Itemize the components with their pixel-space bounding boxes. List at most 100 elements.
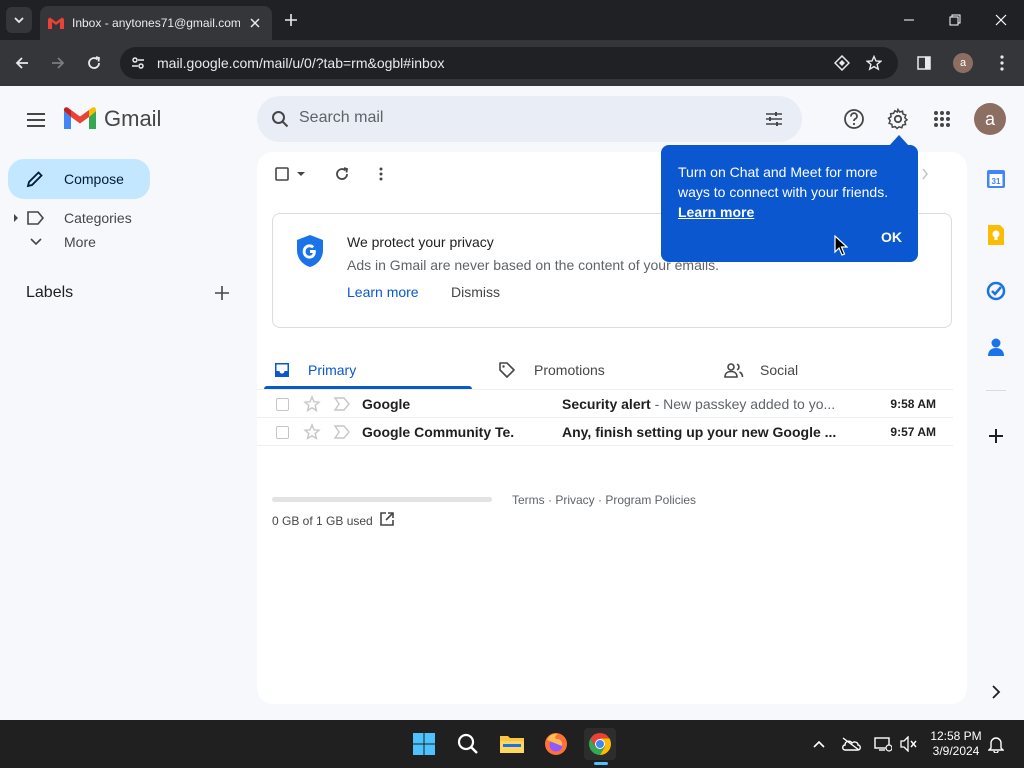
email-time: 9:57 AM: [890, 425, 936, 439]
side-panel-button[interactable]: [912, 51, 936, 75]
apps-grid-icon: [934, 111, 950, 127]
tab-social[interactable]: Social: [724, 350, 798, 390]
close-icon: [250, 18, 260, 28]
privacy-dismiss-button[interactable]: Dismiss: [451, 284, 500, 300]
arrow-left-icon: [15, 57, 28, 69]
star-icon[interactable]: [303, 423, 321, 441]
apps-button[interactable]: [929, 106, 955, 132]
important-marker-icon[interactable]: [333, 396, 351, 412]
search-icon[interactable]: [269, 108, 291, 130]
volume-muted-icon: [900, 736, 917, 752]
refresh-button[interactable]: [331, 163, 353, 185]
row-checkbox[interactable]: [276, 398, 289, 411]
forward-button[interactable]: [46, 51, 70, 75]
site-info-icon[interactable]: [128, 53, 148, 73]
footer-links[interactable]: Terms · Privacy · Program Policies: [512, 493, 696, 507]
chrome-button[interactable]: [584, 728, 616, 760]
email-sender: Google Community Te.: [362, 424, 515, 440]
restore-button[interactable]: [943, 8, 967, 32]
tray-overflow-button[interactable]: [808, 733, 830, 755]
gmail-m-icon: [64, 107, 96, 129]
compose-button[interactable]: Compose: [8, 159, 150, 199]
search-bar[interactable]: [257, 96, 802, 142]
sidebar-item-categories[interactable]: Categories: [12, 210, 132, 226]
search-input[interactable]: [299, 109, 719, 127]
gear-icon: [887, 108, 909, 130]
gmail-logo-text: Gmail: [104, 106, 162, 131]
browser-menu-button[interactable]: [990, 51, 1014, 75]
email-subject-line: Security alert - New passkey added to yo…: [562, 396, 847, 412]
tooltip-ok-button[interactable]: OK: [881, 229, 902, 245]
show-side-panel-button[interactable]: [976, 677, 1016, 707]
tab-close-button[interactable]: [246, 14, 264, 32]
select-dropdown[interactable]: [292, 163, 310, 185]
privacy-learn-more-link[interactable]: Learn more: [347, 284, 419, 300]
get-addons-button[interactable]: [976, 421, 1016, 451]
browser-tab-inbox[interactable]: Inbox - anytones71@gmail.com: [40, 6, 272, 40]
chevron-right-icon: [922, 168, 929, 180]
tab-primary[interactable]: Primary: [274, 350, 356, 390]
contacts-app-button[interactable]: [976, 332, 1016, 362]
tooltip-learn-more-link[interactable]: Learn more: [678, 204, 754, 220]
star-icon[interactable]: [303, 395, 321, 413]
open-external-icon[interactable]: [379, 511, 395, 527]
network-button[interactable]: [872, 733, 894, 755]
main-menu-button[interactable]: [22, 106, 50, 134]
select-checkbox[interactable]: [271, 163, 293, 185]
tooltip-message: Turn on Chat and Meet for more ways to c…: [678, 164, 889, 200]
new-tab-button[interactable]: [281, 10, 301, 30]
label-icon: [27, 211, 45, 225]
email-row[interactable]: Google Security alert - New passkey adde…: [257, 390, 953, 418]
row-checkbox[interactable]: [276, 426, 289, 439]
tab-label: Promotions: [534, 362, 605, 378]
privacy-title: We protect your privacy: [347, 234, 494, 250]
minimize-icon: [904, 19, 914, 21]
labels-heading: Labels: [26, 284, 74, 301]
sidebar-item-more[interactable]: More: [12, 234, 96, 250]
tooltip-body: Turn on Chat and Meet for more ways to c…: [678, 162, 908, 222]
volume-button[interactable]: [898, 733, 920, 755]
chevron-up-icon: [813, 740, 825, 748]
sidebar-item-label: Categories: [64, 210, 132, 226]
tab-promotions[interactable]: Promotions: [498, 350, 605, 390]
caret-down-icon: [297, 172, 305, 176]
create-label-button[interactable]: [212, 283, 232, 303]
email-row[interactable]: Google Community Te. Any, finish setting…: [257, 418, 953, 446]
browser-profile-avatar[interactable]: a: [953, 53, 973, 73]
refresh-icon: [336, 167, 348, 180]
firefox-button[interactable]: [540, 728, 572, 760]
back-button[interactable]: [10, 51, 34, 75]
calendar-app-button[interactable]: 31: [976, 164, 1016, 194]
onedrive-button[interactable]: [840, 733, 862, 755]
taskbar-search-button[interactable]: [452, 728, 484, 760]
translate-icon[interactable]: [832, 53, 852, 73]
more-actions-button[interactable]: [370, 163, 392, 185]
account-avatar[interactable]: a: [974, 103, 1006, 135]
email-subject: Security alert: [562, 396, 651, 412]
email-time: 9:58 AM: [890, 397, 936, 411]
settings-button[interactable]: [885, 106, 911, 132]
firefox-icon: [545, 733, 567, 755]
address-bar[interactable]: mail.google.com/mail/u/0/?tab=rm&ogbl#in…: [120, 47, 898, 79]
important-marker-icon[interactable]: [333, 424, 351, 440]
notifications-button[interactable]: [985, 733, 1007, 755]
keep-app-button[interactable]: [976, 220, 1016, 250]
system-clock[interactable]: 12:58 PM 3/9/2024: [922, 729, 990, 759]
tasks-app-button[interactable]: [976, 276, 1016, 306]
browser-toolbar: mail.google.com/mail/u/0/?tab=rm&ogbl#in…: [0, 40, 1024, 86]
start-button[interactable]: [408, 728, 440, 760]
search-options-icon[interactable]: [763, 108, 785, 130]
support-button[interactable]: [841, 106, 867, 132]
storage-bar: [272, 497, 492, 502]
svg-text:31: 31: [992, 177, 1001, 186]
window-close-button[interactable]: [989, 8, 1013, 32]
windows-logo-icon: [413, 733, 435, 755]
calendar-icon: 31: [987, 170, 1005, 188]
minimize-button[interactable]: [897, 8, 921, 32]
bookmark-star-icon[interactable]: [864, 53, 884, 73]
url-text: mail.google.com/mail/u/0/?tab=rm&ogbl#in…: [157, 55, 445, 71]
gmail-logo[interactable]: Gmail: [64, 106, 161, 132]
file-explorer-button[interactable]: [496, 728, 528, 760]
reload-button[interactable]: [82, 51, 106, 75]
tab-search-button[interactable]: [6, 7, 32, 33]
